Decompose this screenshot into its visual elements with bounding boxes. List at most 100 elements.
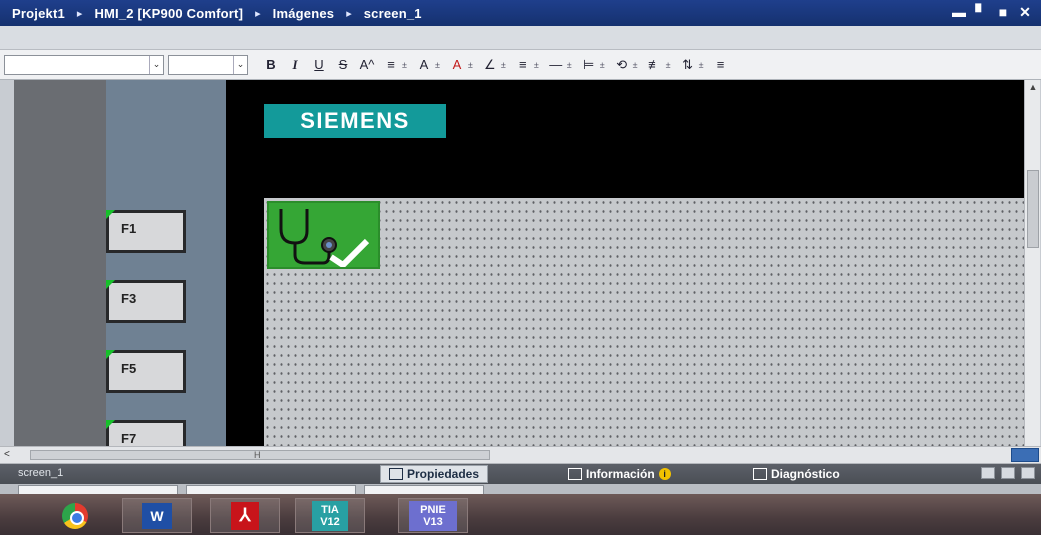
- rotate-icon[interactable]: ⟲: [611, 55, 633, 75]
- dropdown-marker[interactable]: ±: [468, 60, 473, 70]
- word-icon: W: [142, 502, 172, 529]
- chevron-up-icon[interactable]: ▲: [1025, 80, 1040, 94]
- fill-color-icon[interactable]: A: [446, 55, 468, 75]
- bold-button[interactable]: B: [260, 55, 282, 75]
- taskbar-tia-v13[interactable]: PNIE V13: [398, 498, 468, 533]
- breadcrumb-screen[interactable]: screen_1: [364, 6, 422, 21]
- subtab-animations[interactable]: [186, 485, 356, 494]
- strikethrough-button[interactable]: S: [332, 55, 354, 75]
- taskbar-chrome[interactable]: [40, 498, 110, 533]
- screen-name-label: screen_1: [18, 467, 64, 479]
- line-style-icon[interactable]: ≡: [512, 55, 534, 75]
- function-key-f3[interactable]: F3: [106, 280, 186, 323]
- tab-info[interactable]: Información i: [560, 465, 679, 483]
- more-icon[interactable]: ≡: [710, 55, 732, 75]
- italic-button[interactable]: I: [284, 55, 306, 75]
- function-key-label: F5: [121, 361, 137, 376]
- chrome-icon: [62, 502, 88, 529]
- function-key-f1[interactable]: F1: [106, 210, 186, 253]
- tia-line2: V12: [320, 515, 340, 528]
- inspector-tab-bar: screen_1 Propiedades Información i Diagn…: [0, 464, 1041, 484]
- editor-tab-strip: [0, 26, 1041, 50]
- maximize-icon[interactable]: ■: [995, 3, 1011, 21]
- screen-header: [264, 80, 1024, 198]
- dropdown-marker[interactable]: ±: [666, 60, 671, 70]
- format-toolbar: ⌄ ⌄ B I U S A^ ≡ ± A ± A ± ∠ ± ≡ ± — ± ⊨…: [0, 50, 1041, 80]
- windows-taskbar: W ⅄ TIA V12 PNIE V13: [0, 494, 1041, 535]
- chevron-down-icon: ⌄: [149, 55, 163, 74]
- font-size-combo[interactable]: ⌄: [168, 54, 248, 75]
- line-color-icon[interactable]: ∠: [479, 55, 501, 75]
- horizontal-scrollbar[interactable]: < H: [0, 446, 1041, 464]
- info-badge-icon: i: [658, 468, 671, 480]
- breadcrumb-separator: ▸: [346, 7, 352, 20]
- dropdown-marker[interactable]: ±: [435, 60, 440, 70]
- diagnostics-button[interactable]: [267, 201, 380, 269]
- breadcrumb-project[interactable]: Projekt1: [12, 6, 65, 21]
- taskbar-word[interactable]: W: [122, 498, 192, 533]
- distribute-icon[interactable]: ≢: [644, 55, 666, 75]
- breadcrumb-device[interactable]: HMI_2 [KP900 Comfort]: [94, 6, 243, 21]
- key-indicator: [106, 210, 115, 219]
- align-icon[interactable]: ≡: [380, 55, 402, 75]
- dropdown-marker[interactable]: ±: [600, 60, 605, 70]
- dropdown-marker[interactable]: ±: [633, 60, 638, 70]
- font-combo[interactable]: ⌄: [4, 54, 164, 75]
- canvas-margin: [14, 80, 106, 446]
- tab-label: Diagnóstico: [771, 467, 840, 481]
- dropdown-marker[interactable]: ±: [534, 60, 539, 70]
- order-icon[interactable]: ⇅: [677, 55, 699, 75]
- underline-button[interactable]: U: [308, 55, 330, 75]
- tia-line2: V13: [423, 515, 443, 528]
- line-width-icon[interactable]: —: [545, 55, 567, 75]
- font-size-icon[interactable]: A^: [356, 55, 378, 75]
- tab-properties[interactable]: Propiedades: [380, 465, 489, 483]
- vertical-scrollbar[interactable]: ▲: [1024, 80, 1040, 446]
- restore-icon[interactable]: ▘: [973, 3, 989, 21]
- taskbar-tia-v12[interactable]: TIA V12: [295, 498, 365, 533]
- panel-minimize-icon[interactable]: [1001, 467, 1015, 479]
- dropdown-marker[interactable]: ±: [402, 60, 407, 70]
- zoom-corner-button[interactable]: [1011, 448, 1039, 462]
- breadcrumb-separator: ▸: [255, 7, 261, 20]
- window-controls: ▬ ▘ ■ ✕: [951, 3, 1033, 21]
- function-key-f7[interactable]: F7: [106, 420, 186, 446]
- tia-portal-window: Projekt1 ▸ HMI_2 [KP900 Comfort] ▸ Imáge…: [0, 0, 1041, 535]
- breadcrumb-separator: ▸: [76, 7, 83, 20]
- tia-line1: TIA: [321, 503, 339, 516]
- panel-collapse-icon[interactable]: [1021, 467, 1035, 479]
- taskbar-acrobat[interactable]: ⅄: [210, 498, 280, 533]
- function-key-label: F7: [121, 431, 137, 446]
- chevron-down-icon: ⌄: [233, 55, 247, 74]
- acrobat-icon: ⅄: [231, 501, 259, 530]
- dropdown-marker[interactable]: ±: [501, 60, 506, 70]
- close-icon[interactable]: ✕: [1017, 3, 1033, 21]
- subtab-events[interactable]: [364, 485, 484, 494]
- minimize-icon[interactable]: ▬: [951, 3, 967, 21]
- dropdown-marker[interactable]: ±: [567, 60, 572, 70]
- subtab-properties[interactable]: [18, 485, 178, 494]
- properties-subtab-row: [0, 484, 1041, 494]
- tab-diagnostics[interactable]: Diagnóstico: [745, 465, 848, 483]
- stethoscope-check-icon: [279, 209, 370, 269]
- panel-controls: [981, 467, 1035, 479]
- screen-editor-canvas[interactable]: SIEMENS F1 F3 F5 F7 ▲: [14, 80, 1040, 446]
- panel-float-icon[interactable]: [981, 467, 995, 479]
- breadcrumb-screens[interactable]: Imágenes: [273, 6, 335, 21]
- text-color-icon[interactable]: A: [413, 55, 435, 75]
- chevron-left-icon[interactable]: <: [4, 449, 10, 460]
- align-objects-icon[interactable]: ⊨: [578, 55, 600, 75]
- dropdown-marker[interactable]: ±: [699, 60, 704, 70]
- function-key-label: F1: [121, 221, 137, 236]
- scroll-tick: H: [254, 450, 261, 460]
- key-indicator: [106, 420, 115, 429]
- scrollbar-thumb[interactable]: [1027, 170, 1039, 248]
- tab-label: Información: [586, 467, 655, 481]
- hmi-panel-bezel: [226, 80, 264, 446]
- function-key-f5[interactable]: F5: [106, 350, 186, 393]
- title-bar: Projekt1 ▸ HMI_2 [KP900 Comfort] ▸ Imáge…: [0, 0, 1041, 26]
- siemens-logo[interactable]: SIEMENS: [264, 104, 446, 138]
- tab-label: Propiedades: [407, 467, 480, 481]
- function-key-label: F3: [121, 291, 137, 306]
- key-indicator: [106, 280, 115, 289]
